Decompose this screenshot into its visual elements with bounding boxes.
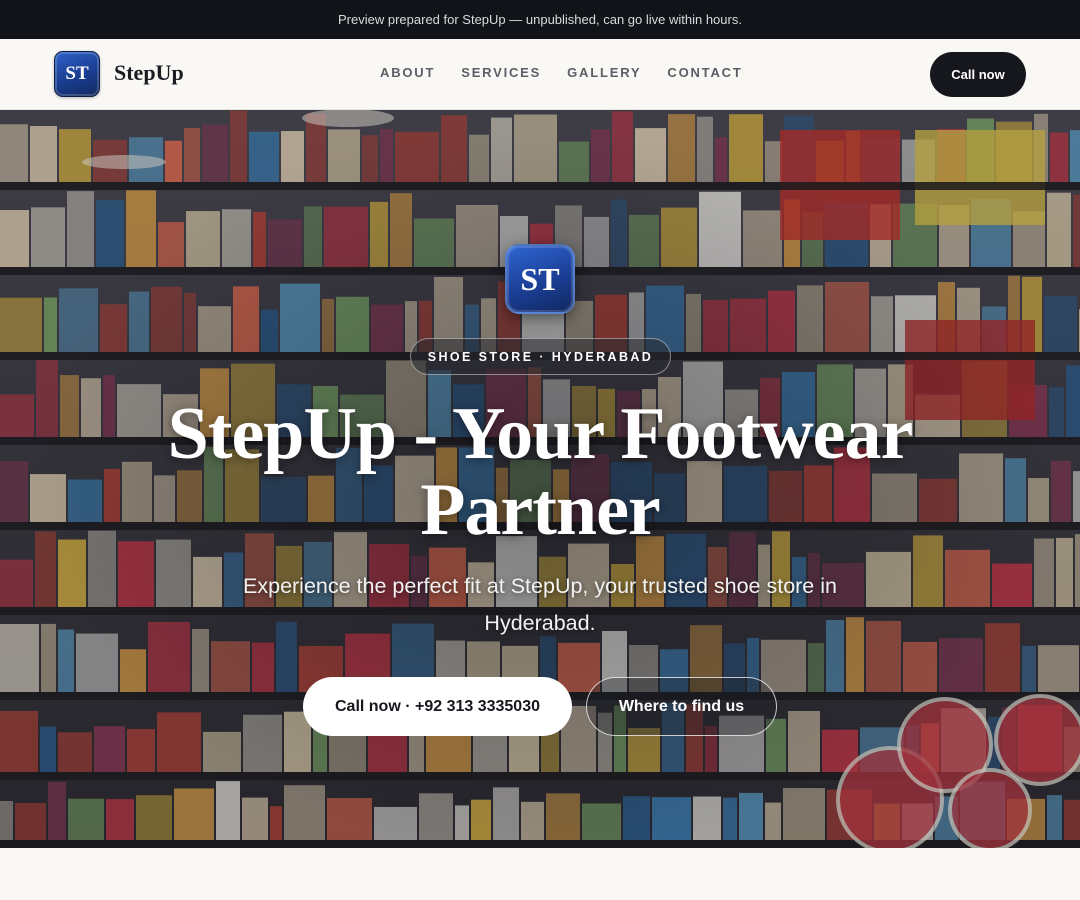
logo-initials: ST [65, 63, 89, 84]
category-location-tag: SHOE STORE · HYDERABAD [410, 338, 671, 375]
nav-item-gallery[interactable]: GALLERY [567, 65, 641, 80]
main-nav: ABOUT SERVICES GALLERY CONTACT [380, 65, 769, 80]
site-header: ST StepUp ABOUT SERVICES GALLERY CONTACT… [0, 39, 1080, 110]
nav-item-contact[interactable]: CONTACT [667, 65, 742, 80]
preview-banner: Preview prepared for StepUp — unpublishe… [0, 0, 1080, 39]
preview-banner-text: Preview prepared for StepUp — unpublishe… [338, 12, 742, 27]
where-to-find-us-button[interactable]: Where to find us [586, 677, 777, 736]
hero-section: ST SHOE STORE · HYDERABAD StepUp - Your … [0, 110, 1080, 848]
hero-logo-initials: ST [520, 260, 560, 297]
logo-icon[interactable]: ST [54, 51, 100, 97]
header-call-button[interactable]: Call now [930, 52, 1026, 97]
nav-item-about[interactable]: ABOUT [380, 65, 435, 80]
hero-title: StepUp - Your Footwear Partner [167, 393, 914, 551]
call-now-phone-button[interactable]: Call now · +92 313 3335030 [303, 677, 572, 736]
brand-name[interactable]: StepUp [114, 60, 184, 86]
nav-item-services[interactable]: SERVICES [461, 65, 541, 80]
hero-logo-icon: ST [505, 244, 575, 314]
hero-subtitle: Experience the perfect fit at StepUp, yo… [243, 574, 837, 635]
